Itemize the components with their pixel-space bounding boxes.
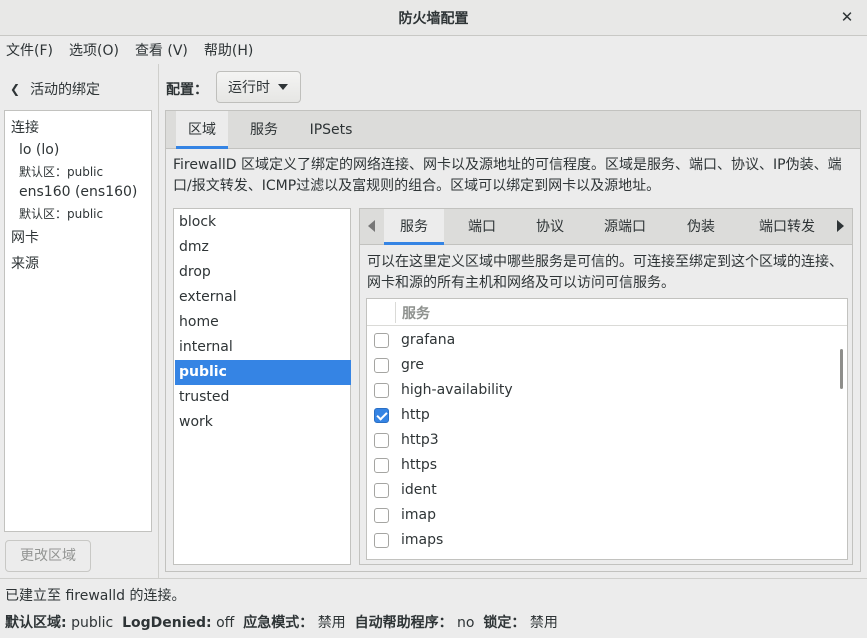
- active-bindings-toggle[interactable]: ❮ 活动的绑定: [10, 79, 100, 99]
- default-zone-value: public: [71, 615, 114, 631]
- tab-zone-source-ports[interactable]: 源端口: [590, 209, 660, 245]
- service-checkbox[interactable]: [374, 458, 389, 473]
- change-zone-button[interactable]: 更改区域: [5, 540, 91, 572]
- list-item[interactable]: gre: [367, 354, 832, 379]
- zone-item[interactable]: internal: [175, 335, 351, 360]
- default-zone-label: 默认区域:: [5, 615, 67, 631]
- service-checkbox[interactable]: [374, 333, 389, 348]
- chevron-left-icon: ❮: [10, 82, 21, 96]
- tabs-scroll-right-icon[interactable]: [837, 220, 844, 232]
- list-item[interactable]: http3: [367, 429, 832, 454]
- service-name: http: [401, 407, 430, 423]
- service-name: high-availability: [401, 382, 513, 398]
- menu-file[interactable]: 文件(F): [6, 40, 53, 60]
- service-name: https: [401, 457, 438, 473]
- tab-zones[interactable]: 区域: [176, 111, 228, 149]
- services-list: gi 服务 grafana gre high-availability http: [366, 298, 848, 560]
- config-label: 配置：: [166, 82, 208, 98]
- zone-item[interactable]: work: [175, 410, 351, 435]
- service-name: imaps: [401, 532, 444, 548]
- zone-item[interactable]: home: [175, 310, 351, 335]
- service-name: gre: [401, 357, 424, 373]
- tab-zone-port-forwarding[interactable]: 端口转发: [742, 209, 832, 245]
- main-tabs: 区域 服务 IPSets: [166, 111, 860, 149]
- tab-zone-protocols[interactable]: 协议: [520, 209, 580, 245]
- connection-lo[interactable]: lo (lo): [19, 142, 59, 158]
- connection-lo-zone: 默认区：public: [19, 165, 104, 179]
- main-notebook: 区域 服务 IPSets FirewallD 区域定义了绑定的网络连接、网卡以及…: [165, 110, 861, 572]
- connection-ens160-zone: 默认区：public: [19, 207, 104, 221]
- zone-settings-tabs: 服务 端口 协议 源端口 伪装 端口转发: [360, 209, 852, 245]
- services-description: 可以在这里定义区域中哪些服务是可信的。可连接至绑定到这个区域的连接、网卡和源的所…: [367, 254, 843, 291]
- panic-mode-label: 应急模式：: [243, 615, 314, 631]
- close-icon[interactable]: ✕: [837, 7, 857, 27]
- service-checkbox[interactable]: [374, 383, 389, 398]
- connections-header[interactable]: 连接: [11, 117, 39, 137]
- list-item[interactable]: high-availability: [367, 379, 832, 404]
- service-checkbox[interactable]: [374, 358, 389, 373]
- active-bindings-label: 活动的绑定: [30, 82, 101, 98]
- services-column-header[interactable]: 服务: [367, 299, 847, 326]
- list-item[interactable]: https: [367, 454, 832, 479]
- tab-zone-ports[interactable]: 端口: [454, 209, 510, 245]
- connection-ens160[interactable]: ens160 (ens160): [19, 184, 137, 200]
- menu-view[interactable]: 查看 (V): [135, 40, 188, 60]
- zone-item-selected[interactable]: public: [175, 360, 351, 385]
- zone-item[interactable]: external: [175, 285, 351, 310]
- service-checkbox[interactable]: [374, 483, 389, 498]
- interfaces-header[interactable]: 网卡: [11, 227, 39, 247]
- header-separator: [395, 302, 396, 323]
- list-item[interactable]: grafana: [367, 329, 832, 354]
- service-name: ident: [401, 482, 437, 498]
- pane-divider[interactable]: [158, 64, 159, 578]
- service-checkbox[interactable]: [374, 433, 389, 448]
- auto-helper-label: 自动帮助程序：: [354, 615, 453, 631]
- lockdown-label: 锁定：: [483, 615, 526, 631]
- service-name: grafana: [401, 332, 456, 348]
- tab-ipsets[interactable]: IPSets: [300, 111, 362, 149]
- tab-services[interactable]: 服务: [238, 111, 290, 149]
- panic-mode-value: 禁用: [317, 615, 346, 631]
- dropdown-arrow-icon: [278, 84, 288, 90]
- zone-item[interactable]: dmz: [175, 235, 351, 260]
- list-item[interactable]: imap: [367, 504, 832, 529]
- logdenied-value: off: [216, 615, 235, 631]
- service-checkbox-checked[interactable]: [374, 408, 389, 423]
- sources-header[interactable]: 来源: [11, 253, 39, 273]
- title-bar: 防火墙配置 ✕: [0, 0, 867, 36]
- status-summary: 默认区域: public LogDenied: off 应急模式： 禁用 自动帮…: [5, 612, 558, 632]
- tab-zone-services[interactable]: 服务: [384, 209, 444, 245]
- zone-item[interactable]: block: [175, 210, 351, 235]
- config-value: 运行时: [228, 80, 270, 96]
- menu-bar: 文件(F) 选项(O) 查看 (V) 帮助(H): [0, 36, 867, 64]
- services-header-label: 服务: [402, 306, 430, 322]
- list-item[interactable]: ident: [367, 479, 832, 504]
- list-item[interactable]: imaps: [367, 529, 832, 554]
- status-separator: [0, 578, 867, 579]
- menu-options[interactable]: 选项(O): [69, 40, 119, 60]
- zone-list: block dmz drop external home internal pu…: [173, 208, 351, 565]
- service-name: imap: [401, 507, 436, 523]
- lockdown-value: 禁用: [529, 615, 558, 631]
- menu-help[interactable]: 帮助(H): [204, 40, 253, 60]
- tab-zone-masquerade[interactable]: 伪装: [672, 209, 730, 245]
- service-name: http3: [401, 432, 439, 448]
- auto-helper-value: no: [457, 615, 475, 631]
- zone-settings-notebook: 服务 端口 协议 源端口 伪装 端口转发 可以在这里定义区域中哪些服务是可信的。…: [359, 208, 853, 565]
- bindings-list: 连接 lo (lo) 默认区：public ens160 (ens160) 默认…: [4, 110, 152, 532]
- zone-item[interactable]: drop: [175, 260, 351, 285]
- list-item[interactable]: http: [367, 404, 832, 429]
- service-checkbox[interactable]: [374, 533, 389, 548]
- zone-description: FirewallD 区域定义了绑定的网络连接、网卡以及源地址的可信程度。区域是服…: [173, 157, 842, 194]
- zone-item[interactable]: trusted: [175, 385, 351, 410]
- logdenied-label: LogDenied:: [122, 615, 212, 631]
- window-title: 防火墙配置: [398, 10, 469, 27]
- tabs-scroll-left-icon[interactable]: [368, 220, 375, 232]
- service-checkbox[interactable]: [374, 508, 389, 523]
- active-bindings-pane: ❮ 活动的绑定 连接 lo (lo) 默认区：public ens160 (en…: [0, 64, 158, 578]
- services-scrollbar[interactable]: [840, 349, 843, 389]
- config-dropdown[interactable]: 运行时: [216, 71, 301, 103]
- connection-status: 已建立至 firewalld 的连接。: [5, 588, 186, 604]
